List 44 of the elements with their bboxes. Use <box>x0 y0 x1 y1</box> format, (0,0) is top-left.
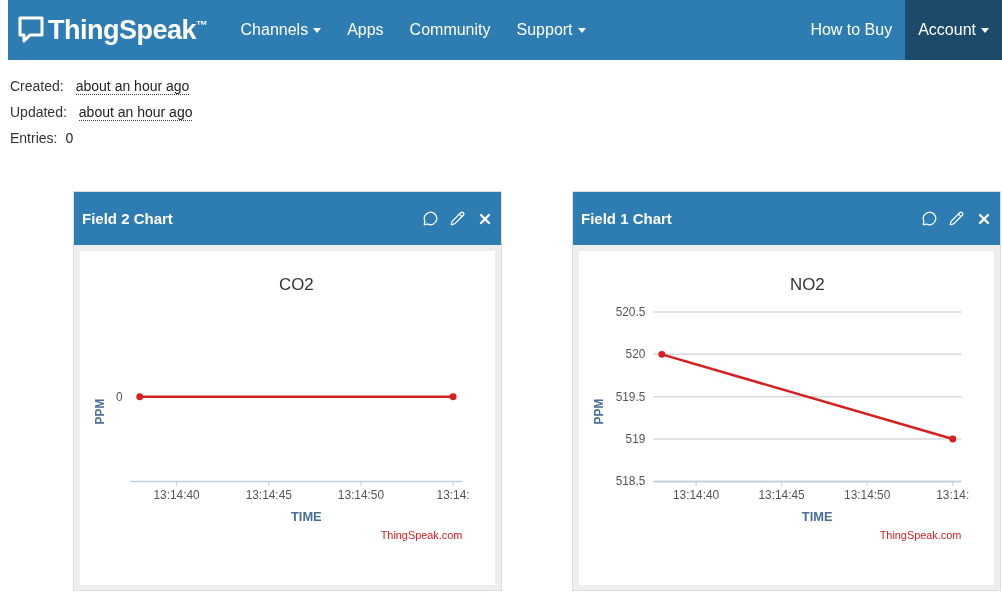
y-axis-title: PPM <box>591 398 606 425</box>
logo-text[interactable]: ThingSpeak$^{™}$ <box>48 14 208 46</box>
x-tick-label: 13:14: <box>436 488 470 503</box>
panel-title: Field 1 Chart <box>581 210 673 227</box>
x-tick-label: 13:14:45 <box>758 488 805 503</box>
x-tick-label: 13:14:50 <box>337 488 385 503</box>
meta-label: Entries: <box>10 130 58 146</box>
nav-link[interactable]: How to Buy <box>797 0 906 60</box>
y-tick-label: 519 <box>625 432 646 446</box>
x-axis-title: TIME <box>801 509 833 524</box>
x-tick-label: 13:14:50 <box>844 488 891 503</box>
x-tick-label: 13:14:40 <box>672 488 720 503</box>
meta-value: 0 <box>65 130 74 146</box>
speech-bubble-icon <box>18 16 44 44</box>
x-axis-title: TIME <box>290 509 322 524</box>
meta-value: about an hour ago <box>78 104 193 121</box>
y-tick-label: 520 <box>625 347 646 362</box>
comment-icon[interactable] <box>423 211 438 226</box>
nav-link[interactable]: Community <box>396 0 504 60</box>
chart-title: NO2 <box>790 275 825 295</box>
nav-link[interactable]: Account <box>905 0 1002 60</box>
meta-label: Created: <box>10 78 64 95</box>
x-tick-label: 13:14:40 <box>153 488 200 503</box>
y-tick-label: 520.5 <box>615 305 646 319</box>
data-point <box>658 350 666 358</box>
y-axis-title: PPM <box>92 398 107 425</box>
nav-link[interactable]: Support <box>503 0 599 60</box>
x-tick-label: 13:14:45 <box>245 488 292 503</box>
panel-title: Field 2 Chart <box>82 210 174 227</box>
data-point <box>949 435 957 443</box>
chart-title: CO2 <box>279 275 314 295</box>
pencil-icon[interactable] <box>949 211 964 226</box>
nav-link[interactable]: Apps <box>334 0 397 60</box>
chart-credit: ThingSpeak.com <box>380 528 463 541</box>
y-tick-label: 518.5 <box>615 474 646 489</box>
x-tick-label: 13:14: <box>936 488 970 503</box>
nav-link[interactable]: Channels <box>227 0 335 60</box>
y-tick-label: 0 <box>116 389 123 404</box>
comment-icon[interactable] <box>922 211 937 226</box>
meta-value: about an hour ago <box>75 78 190 95</box>
meta-label: Updated: <box>10 104 67 121</box>
chart-credit: ThingSpeak.com <box>879 528 962 541</box>
pencil-icon[interactable] <box>450 211 465 226</box>
y-tick-label: 519.5 <box>615 389 646 404</box>
